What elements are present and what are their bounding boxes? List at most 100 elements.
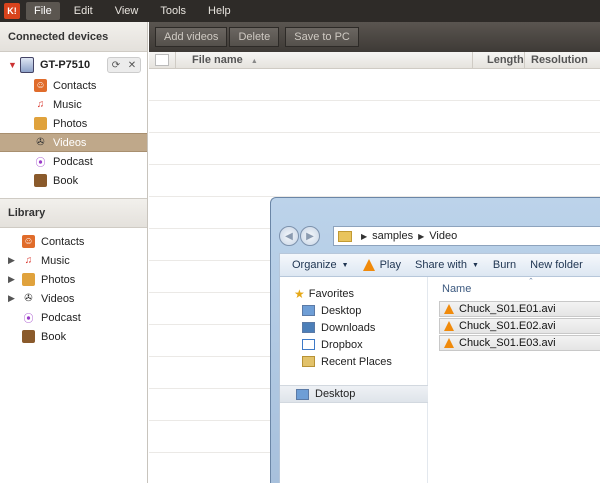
sidebar: Connected devices ▼ GT-P7510 ⟳ ✕ ☺ Conta… <box>0 22 148 483</box>
desktop-icon <box>296 388 309 400</box>
menu-bar: K! File Edit View Tools Help <box>0 0 600 22</box>
device-row[interactable]: ▼ GT-P7510 ⟳ ✕ <box>0 54 147 76</box>
empty-row <box>149 165 600 197</box>
music-icon: ♫ <box>36 99 45 110</box>
share-with-button[interactable]: Share with ▼ <box>415 259 479 271</box>
star-icon: ★ <box>294 286 305 301</box>
dropbox-icon <box>302 339 315 350</box>
column-divider <box>175 52 176 69</box>
file-item[interactable]: Chuck_S01.E01.avi <box>439 301 600 317</box>
chevron-right-icon[interactable]: ▶ <box>8 255 15 266</box>
breadcrumb-video[interactable]: Video <box>429 230 457 242</box>
save-to-pc-button[interactable]: Save to PC <box>285 27 359 47</box>
empty-row <box>149 101 600 133</box>
command-label: Organize <box>292 259 337 271</box>
library-item-podcast[interactable]: ⦿ Podcast <box>0 308 147 327</box>
file-item[interactable]: Chuck_S01.E03.avi <box>439 335 600 351</box>
desktop-icon <box>302 305 315 316</box>
menu-edit[interactable]: Edit <box>66 2 101 20</box>
address-bar[interactable]: ▶ samples ▶ Video <box>333 226 600 246</box>
recent-places-icon <box>302 356 315 367</box>
library-item-videos[interactable]: ▶ ✇ Videos <box>0 289 147 308</box>
menu-help[interactable]: Help <box>200 2 239 20</box>
nav-label: Contacts <box>41 235 85 248</box>
organize-button[interactable]: Organize ▼ <box>292 259 349 271</box>
menu-view[interactable]: View <box>107 2 147 20</box>
command-label: Play <box>379 259 401 271</box>
nav-label: Music <box>53 98 82 111</box>
close-icon[interactable]: ✕ <box>128 60 136 71</box>
chevron-right-icon[interactable]: ▶ <box>8 293 15 304</box>
play-button[interactable]: Play <box>362 259 401 271</box>
nav-label: Videos <box>53 136 87 149</box>
nav-recent-places[interactable]: Recent Places <box>302 353 392 370</box>
explorer-body: ★ Favorites Desktop Downloads Dropbox Re… <box>279 277 600 483</box>
device-item-music[interactable]: ♫ Music <box>0 95 147 114</box>
chevron-down-icon: ▼ <box>471 261 479 269</box>
nav-label: Photos <box>53 117 88 130</box>
library-item-music[interactable]: ▶ ♫ Music <box>0 251 147 270</box>
add-videos-button[interactable]: Add videos <box>155 27 228 47</box>
nav-favorites[interactable]: ★ Favorites <box>294 285 354 302</box>
file-item[interactable]: Chuck_S01.E02.avi <box>439 318 600 334</box>
column-name-header[interactable]: Name <box>442 283 471 295</box>
toolbar: Add videos Delete Save to PC <box>149 22 600 52</box>
downloads-icon <box>302 322 315 333</box>
device-actions: ⟳ ✕ <box>107 57 141 73</box>
menu-tools[interactable]: Tools <box>152 2 194 20</box>
column-length[interactable]: Length <box>487 54 524 66</box>
column-divider <box>524 52 525 69</box>
column-label: File name <box>192 54 243 66</box>
nav-dropbox[interactable]: Dropbox <box>302 336 363 353</box>
expand-arrow-icon[interactable]: ▼ <box>8 60 18 70</box>
nav-label: Book <box>41 330 67 343</box>
forward-icon[interactable]: ▶ <box>300 226 320 246</box>
breadcrumb-samples[interactable]: samples <box>372 230 413 242</box>
nav-downloads[interactable]: Downloads <box>302 319 375 336</box>
nav-label: Podcast <box>53 155 93 168</box>
device-item-contacts[interactable]: ☺ Contacts <box>0 76 147 95</box>
app-logo-icon: K! <box>4 3 20 19</box>
podcast-icon: ⦿ <box>23 314 34 325</box>
file-name: Chuck_S01.E02.avi <box>459 320 556 332</box>
nav-desktop-root[interactable]: Desktop <box>280 385 428 403</box>
nav-label: Book <box>53 174 79 187</box>
device-item-photos[interactable]: Photos <box>0 114 147 133</box>
column-file-name[interactable]: File name ▲ <box>192 54 258 66</box>
nav-label: Photos <box>41 273 76 286</box>
file-name: Chuck_S01.E01.avi <box>459 303 556 315</box>
device-item-book[interactable]: Book <box>0 171 147 190</box>
command-label: Share with <box>414 259 467 271</box>
nav-label: Recent Places <box>321 355 392 368</box>
breadcrumb-chevron-icon[interactable]: ▶ <box>361 232 367 241</box>
nav-desktop[interactable]: Desktop <box>302 302 361 319</box>
back-icon[interactable]: ◀ <box>279 226 299 246</box>
sync-icon[interactable]: ⟳ <box>112 60 120 71</box>
new-folder-button[interactable]: New folder <box>530 259 583 271</box>
vlc-cone-icon <box>444 304 454 314</box>
command-bar: Organize ▼ Play Share with ▼ Burn New fo… <box>279 253 600 277</box>
breadcrumb-chevron-icon[interactable]: ▶ <box>418 232 424 241</box>
nav-label: Desktop <box>321 304 362 317</box>
photos-icon <box>34 117 47 130</box>
delete-button[interactable]: Delete <box>229 27 280 47</box>
burn-button[interactable]: Burn <box>493 259 516 271</box>
nav-label: Videos <box>41 292 75 305</box>
column-resolution[interactable]: Resolution <box>531 54 588 66</box>
podcast-icon: ⦿ <box>35 158 46 169</box>
device-item-videos[interactable]: ✇ Videos <box>0 133 147 152</box>
file-name: Chuck_S01.E03.avi <box>459 337 556 349</box>
address-row: ◀ ▶ ▶ samples ▶ Video <box>279 225 600 247</box>
select-all-checkbox[interactable] <box>155 54 169 66</box>
chevron-right-icon[interactable]: ▶ <box>8 274 15 285</box>
device-item-podcast[interactable]: ⦿ Podcast <box>0 152 147 171</box>
vlc-cone-icon <box>444 338 454 348</box>
library-item-photos[interactable]: ▶ Photos <box>0 270 147 289</box>
library-item-contacts[interactable]: ☺ Contacts <box>0 232 147 251</box>
videos-icon: ✇ <box>24 293 33 304</box>
vlc-cone-icon <box>362 259 375 271</box>
device-name: GT-P7510 <box>40 59 91 71</box>
menu-file[interactable]: File <box>26 2 60 20</box>
connected-devices-header: Connected devices <box>0 22 147 52</box>
library-item-book[interactable]: Book <box>0 327 147 346</box>
